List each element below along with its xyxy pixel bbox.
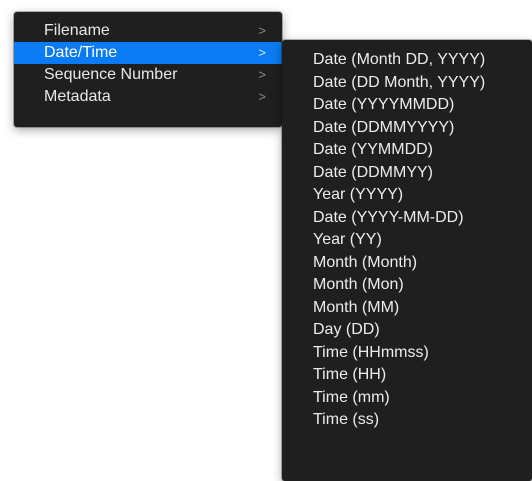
submenu-item-date-dd-month-yyyy[interactable]: Date (DD Month, YYYY) xyxy=(282,72,532,95)
menu-item-label: Filename xyxy=(44,22,110,39)
menu-item-label: Date/Time xyxy=(44,44,118,61)
main-menu: Filename > Date/Time > Sequence Number >… xyxy=(14,12,282,127)
chevron-right-icon: > xyxy=(258,89,266,104)
menu-item-label: Sequence Number xyxy=(44,66,178,83)
menu-item-filename[interactable]: Filename > xyxy=(14,20,282,42)
submenu-item-day-dd[interactable]: Day (DD) xyxy=(282,319,532,342)
submenu-item-date-ddmmyyyy[interactable]: Date (DDMMYYYY) xyxy=(282,117,532,140)
menu-item-sequence-number[interactable]: Sequence Number > xyxy=(14,64,282,86)
chevron-right-icon: > xyxy=(258,67,266,82)
context-menu-stage: Filename > Date/Time > Sequence Number >… xyxy=(0,0,532,481)
submenu-item-date-ddmmyy[interactable]: Date (DDMMYY) xyxy=(282,162,532,185)
submenu-item-date-yyyy-mm-dd[interactable]: Date (YYYY-MM-DD) xyxy=(282,207,532,230)
submenu-item-date-yyyymmdd[interactable]: Date (YYYYMMDD) xyxy=(282,94,532,117)
menu-item-date-time[interactable]: Date/Time > xyxy=(14,42,282,64)
submenu-item-time-hh[interactable]: Time (HH) xyxy=(282,364,532,387)
submenu-item-year-yy[interactable]: Year (YY) xyxy=(282,229,532,252)
chevron-right-icon: > xyxy=(258,45,266,60)
submenu-item-month-mon[interactable]: Month (Mon) xyxy=(282,274,532,297)
chevron-right-icon: > xyxy=(258,23,266,38)
menu-item-metadata[interactable]: Metadata > xyxy=(14,86,282,108)
submenu-item-time-mm[interactable]: Time (mm) xyxy=(282,387,532,410)
submenu-item-time-ss[interactable]: Time (ss) xyxy=(282,409,532,432)
submenu-item-year-yyyy[interactable]: Year (YYYY) xyxy=(282,184,532,207)
date-time-submenu: Date (Month DD, YYYY) Date (DD Month, YY… xyxy=(282,40,532,481)
submenu-item-date-yymmdd[interactable]: Date (YYMMDD) xyxy=(282,139,532,162)
submenu-item-date-month-dd-yyyy[interactable]: Date (Month DD, YYYY) xyxy=(282,49,532,72)
submenu-item-month-mm[interactable]: Month (MM) xyxy=(282,297,532,320)
submenu-item-month-month[interactable]: Month (Month) xyxy=(282,252,532,275)
submenu-item-time-hhmmss[interactable]: Time (HHmmss) xyxy=(282,342,532,365)
menu-item-label: Metadata xyxy=(44,88,111,105)
